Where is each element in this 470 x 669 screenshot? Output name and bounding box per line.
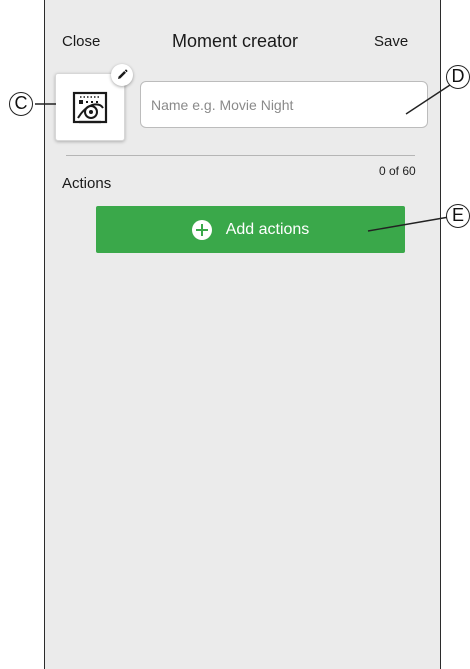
actions-counter: 0 of 60: [379, 164, 416, 178]
pencil-icon: [118, 69, 128, 79]
add-actions-label: Add actions: [225, 220, 310, 238]
save-button[interactable]: Save: [374, 33, 408, 50]
moment-icon: [72, 91, 108, 124]
plus-circle-icon: [191, 219, 212, 240]
moment-name-input[interactable]: [140, 81, 428, 128]
callout-d: D: [446, 65, 470, 89]
callout-e: E: [446, 204, 470, 228]
callout-c: C: [9, 92, 33, 116]
divider: [66, 155, 415, 156]
add-actions-button[interactable]: Add actions: [96, 206, 405, 253]
edit-icon-button[interactable]: [111, 64, 133, 86]
actions-label: Actions: [62, 175, 112, 192]
